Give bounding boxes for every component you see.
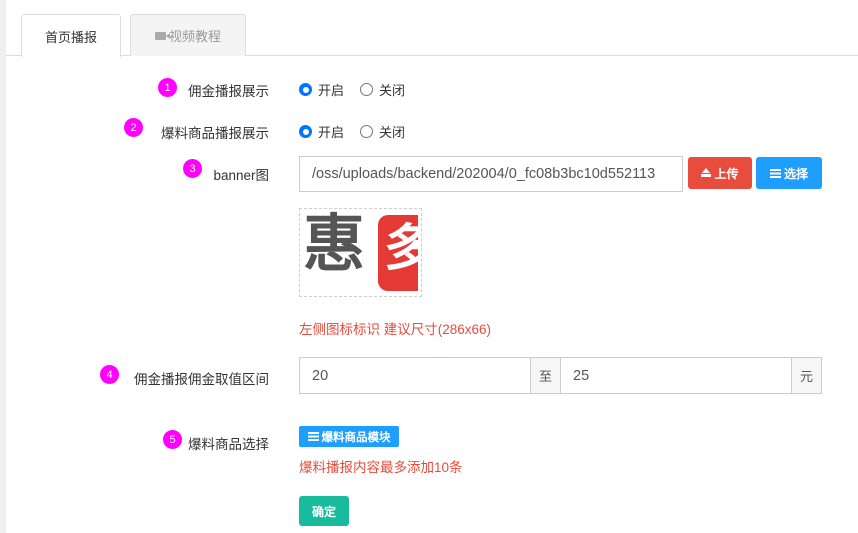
upload-icon: [701, 168, 712, 178]
video-camera-icon: [154, 31, 170, 40]
product-broadcast-radio-group: 开启 关闭: [299, 122, 421, 141]
product-module-button-label: 爆料商品模块: [321, 431, 391, 444]
tab-bar: 首页播报 视频教程: [6, 0, 858, 57]
select-button-label: 选择: [783, 166, 808, 181]
commission-min-input[interactable]: 20: [299, 357, 531, 394]
thumbnail-glyph-right: 多: [384, 223, 418, 273]
product-limit-hint: 爆料播报内容最多添加10条: [299, 460, 463, 475]
banner-path-input[interactable]: /oss/uploads/backend/202004/0_fc08b3bc10…: [299, 156, 683, 192]
tab-video-tutorial[interactable]: 视频教程: [130, 14, 246, 56]
select-button[interactable]: 选择: [756, 157, 822, 189]
range-separator: 至: [530, 357, 561, 394]
tab-home-broadcast-label: 首页播报: [44, 29, 97, 45]
thumbnail-red-mark: 多: [378, 215, 418, 291]
submit-button[interactable]: 确定: [299, 496, 349, 526]
commission-broadcast-on-radio[interactable]: [299, 83, 312, 96]
upload-button-label: 上传: [714, 166, 739, 181]
product-broadcast-on-radio[interactable]: [299, 125, 312, 138]
commission-broadcast-radio-group: 开启 关闭: [299, 80, 421, 99]
step-badge-2: 2: [124, 118, 143, 137]
commission-broadcast-label: 佣金播报展示: [188, 84, 269, 99]
commission-broadcast-off-radio[interactable]: [360, 83, 374, 96]
commission-max-input[interactable]: 25: [560, 357, 792, 394]
step-badge-5: 5: [163, 430, 182, 449]
banner-label: banner图: [213, 168, 269, 183]
banner-thumbnail[interactable]: 惠 多: [299, 208, 422, 297]
commission-range-label: 佣金播报佣金取值区间: [134, 372, 269, 387]
left-edge: [0, 0, 6, 533]
step-badge-1: 1: [158, 78, 177, 97]
product-broadcast-on-label[interactable]: 开启: [318, 122, 344, 141]
product-broadcast-off-label[interactable]: 关闭: [379, 122, 405, 141]
commission-broadcast-off-label[interactable]: 关闭: [379, 80, 405, 99]
step-badge-3: 3: [183, 159, 202, 178]
list-icon: [769, 168, 781, 178]
banner-size-hint: 左侧图标标识 建议尺寸(286x66): [299, 322, 492, 337]
step-badge-4: 4: [100, 365, 119, 384]
product-select-label: 爆料商品选择: [188, 437, 269, 452]
tab-home-broadcast[interactable]: 首页播报: [21, 14, 121, 57]
list-icon: [307, 432, 319, 441]
commission-broadcast-on-label[interactable]: 开启: [318, 80, 344, 99]
unit-addon: 元: [791, 357, 822, 394]
product-broadcast-off-radio[interactable]: [360, 125, 374, 138]
product-broadcast-label: 爆料商品播报展示: [161, 126, 269, 141]
product-module-button[interactable]: 爆料商品模块: [299, 426, 399, 447]
upload-button[interactable]: 上传: [688, 157, 752, 189]
tab-video-tutorial-label: 视频教程: [168, 29, 221, 44]
thumbnail-glyph-left: 惠: [303, 208, 366, 280]
